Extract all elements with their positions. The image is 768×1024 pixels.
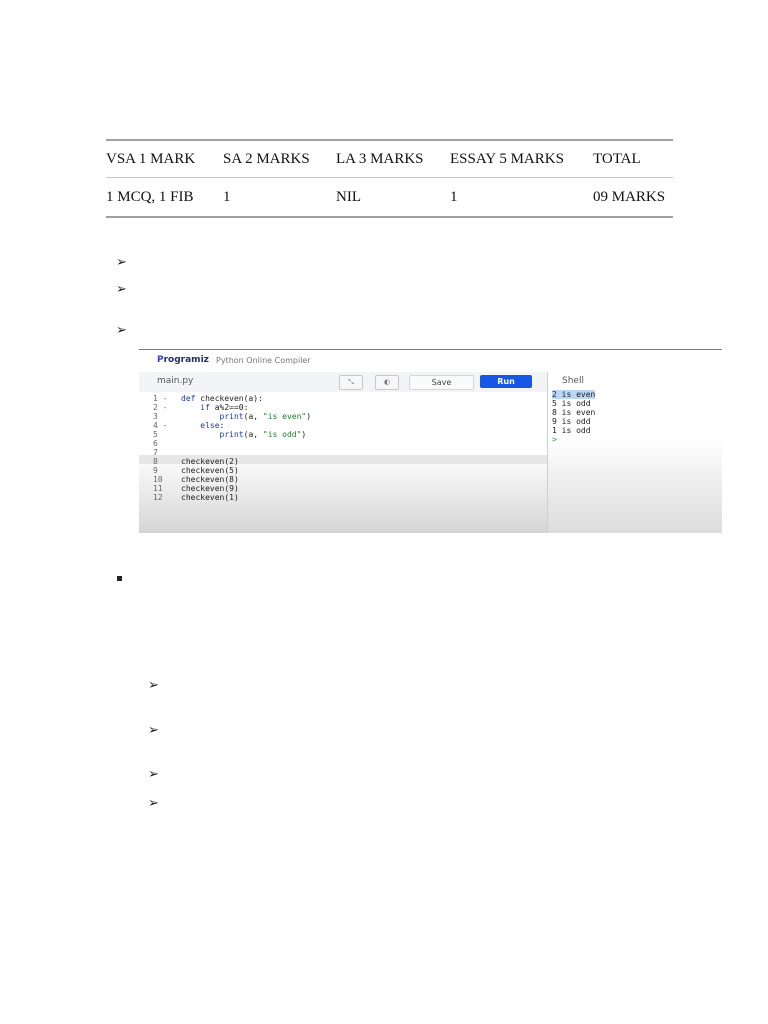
editor-toolbar: main.py ⤡ ◐ Save Run [139,372,547,393]
line-number: 12 [153,493,163,502]
shell-output-line: > [552,435,557,444]
code-editor[interactable]: 1 - def checkeven(a): 2 - if a%2==0: 3 prin… [139,392,547,533]
shell-output-line: 5 is odd [552,399,591,408]
code-text: checkeven(5) [181,466,239,475]
code-text: checkeven(8) [181,475,239,484]
shell-output-line: 1 is odd [552,426,591,435]
arrow-bullet-icon: ➢ [148,678,159,693]
marks-table-row: 1 MCQ, 1 FIB 1 NIL 1 09 MARKS [106,177,673,218]
header-total: TOTAL [593,139,673,178]
line-number: 10 [153,475,163,484]
square-bullet-icon [117,576,122,581]
code-text: checkeven(2) [181,457,239,466]
arrow-bullet-icon: ➢ [116,282,127,297]
line-number: 4 - [153,421,168,430]
arrow-bullet-icon: ➢ [116,255,127,270]
cell-la: NIL [336,177,450,218]
arrow-bullet-icon: ➢ [148,796,159,811]
compiler-screenshot: Programiz Python Online Compiler main.py… [139,349,722,533]
cell-essay: 1 [450,177,593,218]
app-title: Python Online Compiler [216,356,311,365]
marks-table: VSA 1 MARK SA 2 MARKS LA 3 MARKS ESSAY 5… [106,139,673,218]
line-number: 3 [153,412,158,421]
shell-output-line: 2 is even [552,390,596,399]
theme-toggle-icon[interactable]: ◐ [375,375,399,390]
code-text: print(a, "is odd") [219,430,307,439]
code-text: checkeven(1) [181,493,239,502]
line-number: 9 [153,466,158,475]
cell-sa: 1 [223,177,336,218]
cell-total: 09 MARKS [593,177,673,218]
shell-output-line: 9 is odd [552,417,591,426]
header-la: LA 3 MARKS [336,139,450,178]
code-text: if a%2==0: [200,403,249,412]
line-number: 11 [153,484,163,493]
header-vsa: VSA 1 MARK [106,139,223,178]
fullscreen-icon[interactable]: ⤡ [339,375,363,390]
code-text: else: [200,421,225,430]
programiz-logo: Programiz [157,355,209,365]
code-text: checkeven(9) [181,484,239,493]
arrow-bullet-icon: ➢ [116,323,127,338]
cell-vsa: 1 MCQ, 1 FIB [106,177,223,218]
compiler-topbar: Programiz Python Online Compiler [139,350,722,373]
line-number: 2 - [153,403,168,412]
line-number: 5 [153,430,158,439]
line-number: 6 [153,439,158,448]
marks-table-header-row: VSA 1 MARK SA 2 MARKS LA 3 MARKS ESSAY 5… [106,139,673,178]
line-number: 1 - [153,394,168,403]
shell-title: Shell [562,376,584,386]
code-text: def checkeven(a): [181,394,263,403]
arrow-bullet-icon: ➢ [148,723,159,738]
line-number: 8 [153,457,158,466]
shell-pane[interactable]: Shell 2 is even 5 is odd 8 is even 9 is odd… [548,372,722,533]
line-number: 7 [153,448,158,457]
file-tab-main[interactable]: main.py [157,376,193,386]
shell-output-line: 8 is even [552,408,596,417]
header-essay: ESSAY 5 MARKS [450,139,593,178]
arrow-bullet-icon: ➢ [148,767,159,782]
header-sa: SA 2 MARKS [223,139,336,178]
run-button[interactable]: Run [480,375,532,388]
code-text: print(a, "is even") [219,412,312,421]
save-button[interactable]: Save [409,375,474,390]
